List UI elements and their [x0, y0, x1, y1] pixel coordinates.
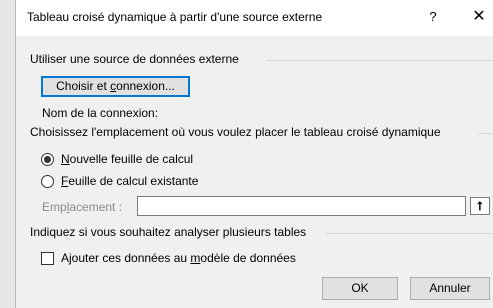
- dialog-title: Tableau croisé dynamique à partir d'une …: [27, 10, 323, 24]
- cancel-button[interactable]: Annuler: [410, 277, 490, 300]
- data-model-label[interactable]: Ajouter ces données au modèle de données: [61, 251, 296, 265]
- radio-selected-dot: [44, 156, 51, 163]
- collapse-dialog-icon[interactable]: ⭡: [470, 197, 490, 215]
- close-button[interactable]: ✕: [467, 6, 491, 28]
- choose-connection-button[interactable]: Choisir et connexion...: [41, 76, 190, 97]
- tables-group-label: Indiquez si vous souhaitez analyser plus…: [30, 225, 311, 239]
- existing-sheet-rest: euille de calcul existante: [68, 174, 199, 188]
- location-input[interactable]: [137, 196, 466, 216]
- group-divider: [266, 60, 493, 61]
- group-divider: [326, 233, 493, 234]
- group-divider: [478, 133, 493, 134]
- existing-sheet-label[interactable]: Feuille de calcul existante: [61, 174, 198, 188]
- existing-sheet-radio[interactable]: [41, 175, 54, 188]
- new-sheet-accel: N: [61, 152, 70, 166]
- data-model-pre: Ajouter ces données au: [61, 251, 191, 265]
- location-label: Emplacement :: [42, 200, 122, 214]
- choose-connection-prefix: Choisir et: [56, 79, 111, 93]
- data-model-post: odèle de données: [200, 251, 296, 265]
- new-sheet-label[interactable]: Nouvelle feuille de calcul: [61, 152, 193, 166]
- title-bar: Tableau croisé dynamique à partir d'une …: [16, 0, 493, 36]
- location-label-post: acement :: [69, 200, 123, 214]
- data-model-accel: m: [190, 251, 201, 265]
- source-group-label: Utiliser une source de données externe: [30, 52, 243, 66]
- choose-connection-suffix: onnexion...: [116, 79, 175, 93]
- location-label-pre: Emp: [42, 200, 67, 214]
- pivot-table-dialog: Tableau croisé dynamique à partir d'une …: [15, 0, 493, 308]
- placement-group-label: Choisissez l'emplacement où vous voulez …: [30, 125, 445, 139]
- new-sheet-radio[interactable]: [41, 153, 54, 166]
- ok-button[interactable]: OK: [322, 277, 398, 300]
- new-sheet-rest: ouvelle feuille de calcul: [69, 152, 194, 166]
- data-model-checkbox[interactable]: [41, 252, 54, 265]
- help-button[interactable]: ?: [423, 6, 443, 28]
- connection-name-label: Nom de la connexion:: [42, 106, 159, 120]
